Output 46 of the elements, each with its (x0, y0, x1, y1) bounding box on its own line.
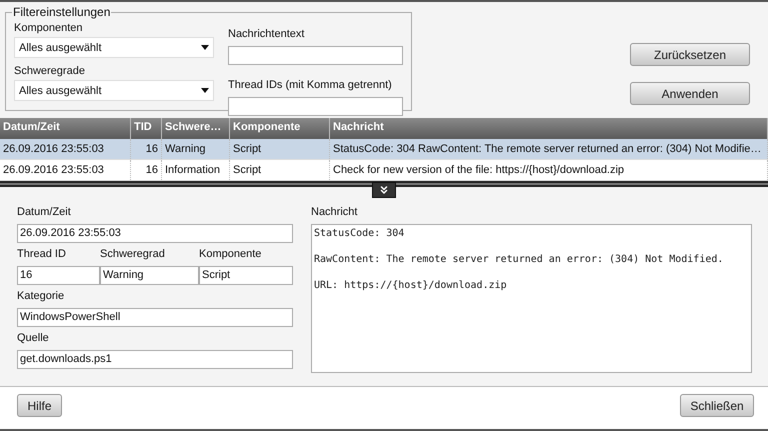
caret-icon (201, 45, 209, 50)
value-field[interactable]: 16 (17, 266, 100, 285)
field-label: Nachrichtentext (228, 27, 306, 41)
table-cell: 26.09.2016 23:55:03 (0, 160, 131, 180)
table-cell: Information (162, 160, 230, 180)
value-field[interactable]: Warning (100, 266, 199, 285)
field-label: Thread IDs (mit Komma getrennt) (228, 78, 393, 92)
value-field[interactable]: Script (199, 266, 293, 285)
group-title: Filtereinstellungen (12, 5, 112, 19)
chevrons-down-icon (378, 184, 390, 196)
source-field[interactable]: get.downloads.ps1 (17, 350, 293, 369)
table-cell: 16 (131, 160, 162, 180)
dropdown[interactable]: Alles ausgewählt (14, 37, 214, 58)
dropdown-label: Komponenten (14, 21, 84, 35)
category-field[interactable]: WindowsPowerShell (17, 308, 293, 327)
dropdown-label: Schweregrade (14, 64, 86, 78)
table-cell: Script (230, 139, 330, 159)
input-field[interactable] (228, 97, 403, 116)
table-cell: 26.09.2016 23:55:03 (0, 139, 131, 159)
caret-icon (201, 88, 209, 93)
apply-button[interactable]: Anwenden (630, 82, 750, 105)
field-label: Quelle (17, 331, 50, 345)
field-label: Kategorie (17, 289, 66, 303)
message-textarea[interactable]: StatusCode: 304 RawContent: The remote server returned an error: (304) Not Modified. URL: https://{host}/download.zip (311, 224, 752, 373)
field-label: Thread ID (17, 247, 67, 261)
table-cell: StatusCode: 304 RawContent: The remote server returned an error: (304) Not Modifie… (330, 139, 768, 159)
table-cell: Script (230, 160, 330, 180)
expand-toggle[interactable] (372, 182, 396, 198)
reset-button[interactable]: Zurücksetzen (630, 43, 750, 66)
field-label: Nachricht (311, 205, 358, 219)
message-line: RawContent: The remote server returned an error: (304) Not Modified. (314, 253, 724, 266)
datetime-field[interactable]: 26.09.2016 23:55:03 (17, 224, 293, 243)
table-cell: 16 (131, 139, 162, 159)
field-label: Datum/Zeit (17, 205, 72, 219)
table-cell: Check for new version of the file: https://{host}/download.zip (330, 160, 768, 180)
table-row[interactable]: 26.09.2016 23:55:03 16 Information Script Check for new version of the file: https://{host}/download.zip (0, 160, 768, 181)
message-line: StatusCode: 304 (314, 227, 406, 240)
close-button[interactable]: Schließen (680, 394, 754, 417)
help-button[interactable]: Hilfe (17, 394, 62, 417)
input-field[interactable] (228, 46, 403, 65)
table-row[interactable]: 26.09.2016 23:55:03 16 Warning Script StatusCode: 304 RawContent: The remote server returned an error: (304) Not Modifie… (0, 139, 768, 160)
dropdown[interactable]: Alles ausgewählt (14, 80, 214, 101)
field-label: Schweregrad (100, 247, 166, 261)
message-line: URL: https://{host}/download.zip (314, 279, 508, 292)
table-cell: Warning (162, 139, 230, 159)
field-label: Komponente (199, 247, 262, 261)
